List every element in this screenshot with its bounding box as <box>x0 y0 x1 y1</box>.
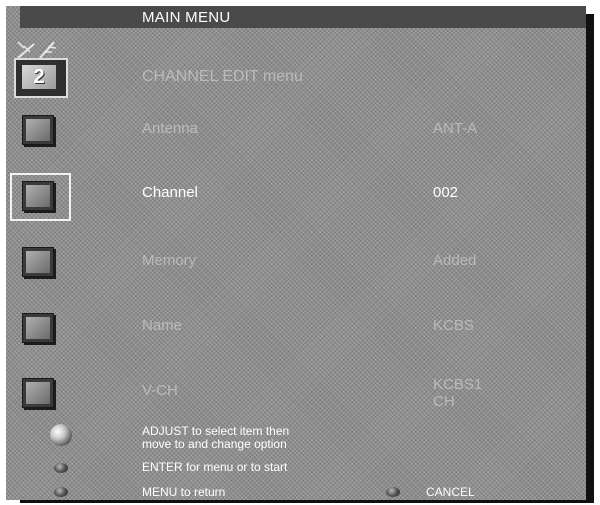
cancel-help: CANCEL <box>426 485 475 499</box>
vch-label[interactable]: V-CH <box>142 382 178 399</box>
name-label[interactable]: Name <box>142 317 182 334</box>
name-value[interactable]: KCBS <box>433 317 474 334</box>
channel-value[interactable]: 002 <box>433 184 458 201</box>
page-title: MAIN MENU <box>142 9 231 26</box>
enter-help: ENTER for menu or to start <box>142 460 288 474</box>
vch-value-line1[interactable]: KCBS1 <box>433 376 482 393</box>
row-icon-vch[interactable] <box>22 378 54 408</box>
row-icon-antenna[interactable] <box>22 115 54 145</box>
submenu-title: CHANNEL EDIT menu <box>142 68 303 85</box>
tv-icon: 2 <box>14 58 68 98</box>
antenna-icon <box>17 41 57 59</box>
row-icon-name[interactable] <box>22 313 54 343</box>
memory-value[interactable]: Added <box>433 252 476 269</box>
row-icon-memory[interactable] <box>22 247 54 277</box>
antenna-value[interactable]: ANT-A <box>433 120 477 137</box>
title-bar <box>20 6 586 28</box>
menu-help: MENU to return <box>142 485 226 499</box>
adjust-knob-icon <box>50 424 72 446</box>
menu-button-icon <box>54 487 68 497</box>
adjust-help-line2: move to and change option <box>142 437 287 451</box>
cancel-button-icon <box>386 487 400 497</box>
vch-value-line2: CH <box>433 393 455 410</box>
enter-button-icon <box>54 463 68 473</box>
tv-channel-number: 2 <box>22 65 56 89</box>
channel-label[interactable]: Channel <box>142 184 198 201</box>
memory-label[interactable]: Memory <box>142 252 196 269</box>
row-icon-channel[interactable] <box>22 181 54 211</box>
antenna-label[interactable]: Antenna <box>142 120 198 137</box>
